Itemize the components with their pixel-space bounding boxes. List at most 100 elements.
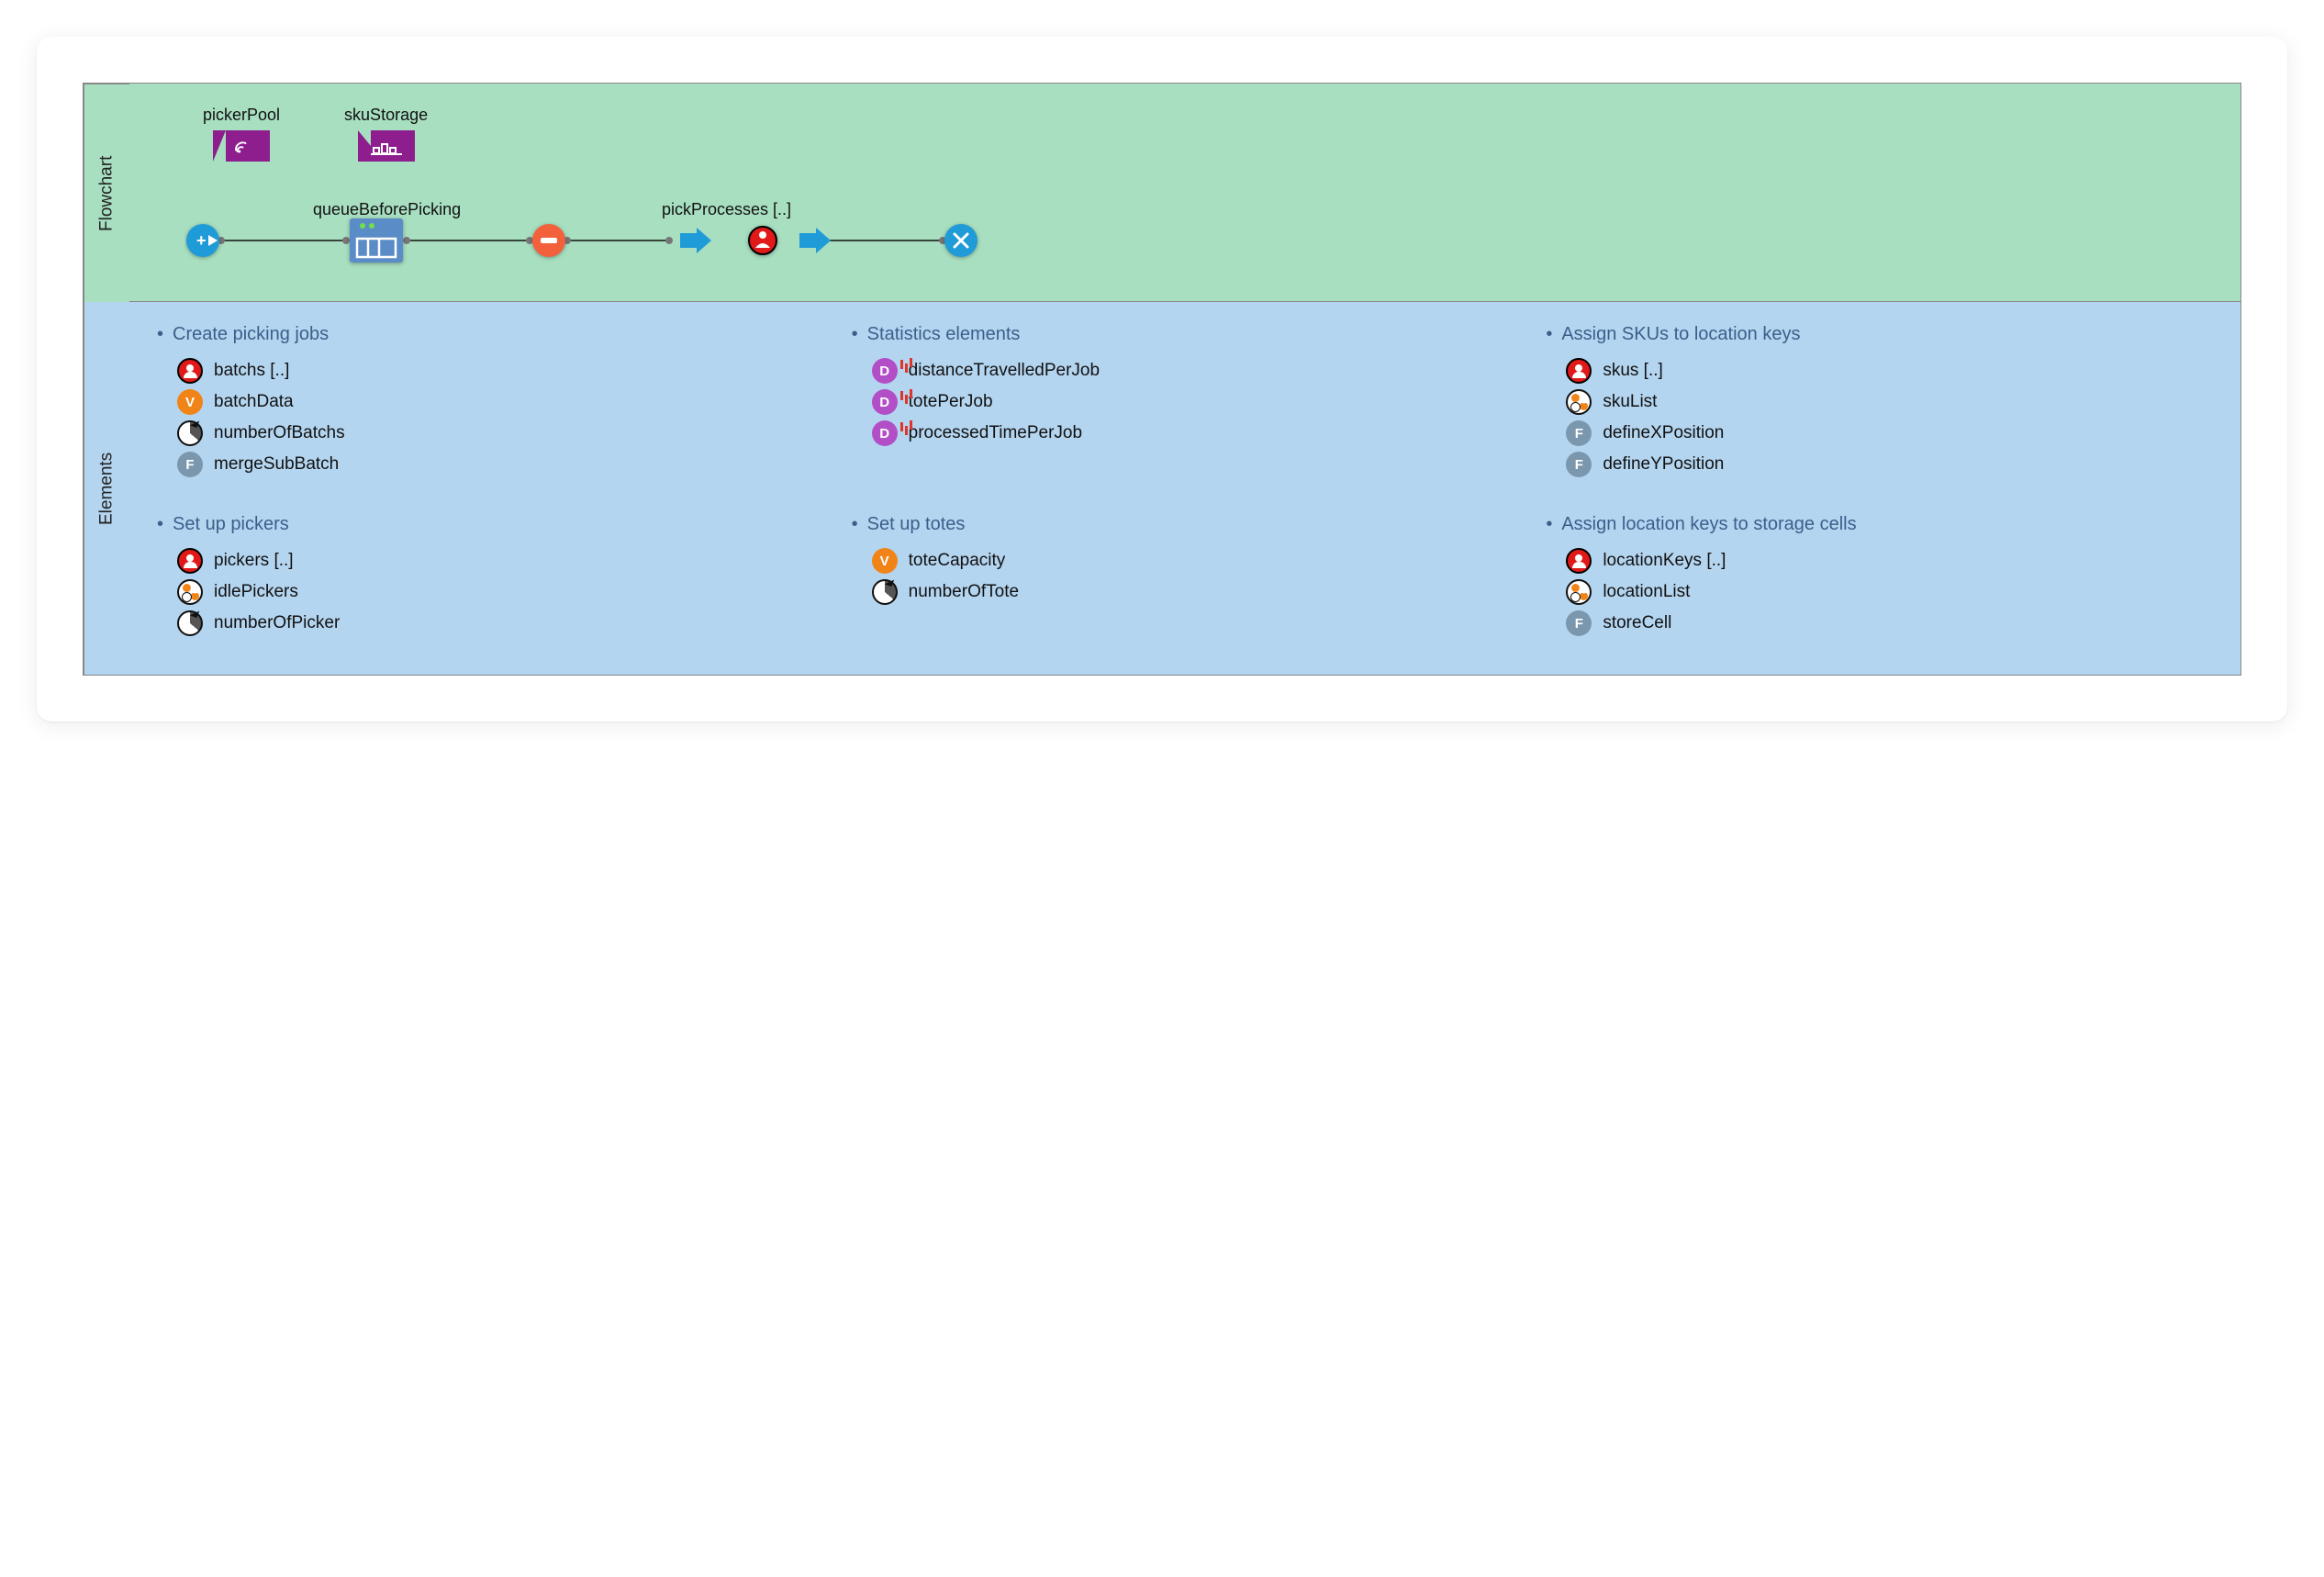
flow-node-agent-population[interactable]: [749, 227, 777, 254]
elements-row-label: Elements: [84, 302, 129, 675]
element-item-label: skuList: [1603, 392, 1657, 412]
group-title: Assign location keys to storage cells: [1546, 514, 2213, 535]
element-item[interactable]: DtotePerJob: [872, 389, 1519, 415]
element-item-label: storeCell: [1603, 613, 1671, 633]
element-item-label: toteCapacity: [909, 551, 1006, 571]
flow-node-queue[interactable]: [350, 218, 403, 263]
element-item-label: totePerJob: [909, 392, 993, 412]
f-icon: F: [177, 452, 203, 477]
agent-icon: [1566, 358, 1592, 384]
element-group: Set up pickers pickers [..] idlePickers num…: [157, 514, 824, 642]
flowchart-label-text: Flowchart: [97, 155, 117, 230]
coll-icon: [177, 579, 203, 605]
group-title: Set up totes: [852, 514, 1519, 535]
d-icon: D: [872, 358, 898, 384]
element-item[interactable]: DdistanceTravelledPerJob: [872, 358, 1519, 384]
element-item[interactable]: locationList: [1566, 579, 2213, 605]
element-item-label: defineYPosition: [1603, 454, 1724, 475]
diagram-grid: Flowchart pickerPool skuStorage: [83, 83, 2241, 676]
sweep-icon: [177, 420, 203, 446]
agent-icon: [177, 548, 203, 574]
element-item-label: numberOfTote: [909, 582, 1019, 602]
element-item[interactable]: pickers [..]: [177, 548, 824, 574]
group-title-text: Set up totes: [867, 514, 966, 535]
element-item[interactable]: idlePickers: [177, 579, 824, 605]
group-title-text: Assign location keys to storage cells: [1561, 514, 1856, 535]
coll-icon: [1566, 579, 1592, 605]
element-group: Statistics elements DdistanceTravelledPer…: [852, 324, 1519, 483]
element-item[interactable]: skus [..]: [1566, 358, 2213, 384]
flow-exit-arrow-icon: [680, 228, 711, 253]
element-item-label: numberOfBatchs: [214, 423, 345, 443]
element-group: Assign SKUs to location keys skus [..] sku…: [1546, 324, 2213, 483]
element-item-label: locationKeys [..]: [1603, 551, 1726, 571]
element-item-label: distanceTravelledPerJob: [909, 361, 1100, 381]
elements-label-text: Elements: [97, 452, 117, 524]
element-item[interactable]: VbatchData: [177, 389, 824, 415]
diagram-card: Flowchart pickerPool skuStorage: [37, 37, 2287, 721]
element-item[interactable]: skuList: [1566, 389, 2213, 415]
resource-pickerpool[interactable]: pickerPool: [203, 106, 280, 162]
element-item[interactable]: numberOfPicker: [177, 610, 824, 636]
group-title-text: Set up pickers: [173, 514, 289, 535]
element-item-label: skus [..]: [1603, 361, 1662, 381]
element-item[interactable]: batchs [..]: [177, 358, 824, 384]
element-item-label: batchs [..]: [214, 361, 289, 381]
resource-skustorage[interactable]: skuStorage: [344, 106, 428, 162]
element-item-label: batchData: [214, 392, 294, 412]
resource-pickerpool-label: pickerPool: [203, 106, 280, 125]
element-item[interactable]: numberOfBatchs: [177, 420, 824, 446]
flow-node-sink[interactable]: [944, 224, 978, 257]
element-item[interactable]: numberOfTote: [872, 579, 1519, 605]
group-title-text: Create picking jobs: [173, 324, 329, 345]
flowchart-row-label: Flowchart: [84, 84, 129, 302]
sweep-icon: [177, 610, 203, 636]
resource-storage-icon: [358, 130, 415, 162]
element-item-label: idlePickers: [214, 582, 298, 602]
d-icon: D: [872, 389, 898, 415]
group-title: Create picking jobs: [157, 324, 824, 345]
agent-icon: [177, 358, 203, 384]
element-item-label: processedTimePerJob: [909, 423, 1082, 443]
flow-node-hold[interactable]: [532, 224, 565, 257]
group-title: Set up pickers: [157, 514, 824, 535]
element-group: Assign location keys to storage cells loc…: [1546, 514, 2213, 642]
element-item[interactable]: locationKeys [..]: [1566, 548, 2213, 574]
f-icon: F: [1566, 452, 1592, 477]
f-icon: F: [1566, 610, 1592, 636]
group-title: Assign SKUs to location keys: [1546, 324, 2213, 345]
element-item-label: locationList: [1603, 582, 1690, 602]
element-item[interactable]: FstoreCell: [1566, 610, 2213, 636]
group-title-text: Assign SKUs to location keys: [1561, 324, 1800, 345]
flow-enter-arrow-icon: [799, 228, 831, 253]
flow-node-source[interactable]: +: [186, 224, 219, 257]
element-item[interactable]: VtoteCapacity: [872, 548, 1519, 574]
resource-blocks: pickerPool skuStorage: [203, 106, 2213, 162]
f-icon: F: [1566, 420, 1592, 446]
element-group: Set up totes VtoteCapacity numberOfTote: [852, 514, 1519, 642]
v-icon: V: [177, 389, 203, 415]
element-item-label: numberOfPicker: [214, 613, 340, 633]
elements-pane: Create picking jobs batchs [..] VbatchData…: [129, 302, 2240, 675]
flow-canvas: +: [184, 195, 2213, 274]
svg-text:+: +: [196, 231, 207, 250]
d-icon: D: [872, 420, 898, 446]
element-item[interactable]: FmergeSubBatch: [177, 452, 824, 477]
agent-icon: [1566, 548, 1592, 574]
v-icon: V: [872, 548, 898, 574]
group-title-text: Statistics elements: [867, 324, 1021, 345]
element-item[interactable]: FdefineYPosition: [1566, 452, 2213, 477]
coll-icon: [1566, 389, 1592, 415]
element-item-label: mergeSubBatch: [214, 454, 339, 475]
element-item-label: defineXPosition: [1603, 423, 1724, 443]
element-group: Create picking jobs batchs [..] VbatchData…: [157, 324, 824, 483]
elements-grid: Create picking jobs batchs [..] VbatchData…: [157, 324, 2213, 642]
resource-skustorage-label: skuStorage: [344, 106, 428, 125]
resource-pool-icon: [213, 130, 270, 162]
element-item[interactable]: FdefineXPosition: [1566, 420, 2213, 446]
sweep-icon: [872, 579, 898, 605]
element-item-label: pickers [..]: [214, 551, 294, 571]
group-title: Statistics elements: [852, 324, 1519, 345]
flowchart-pane: pickerPool skuStorage: [129, 84, 2240, 302]
element-item[interactable]: DprocessedTimePerJob: [872, 420, 1519, 446]
